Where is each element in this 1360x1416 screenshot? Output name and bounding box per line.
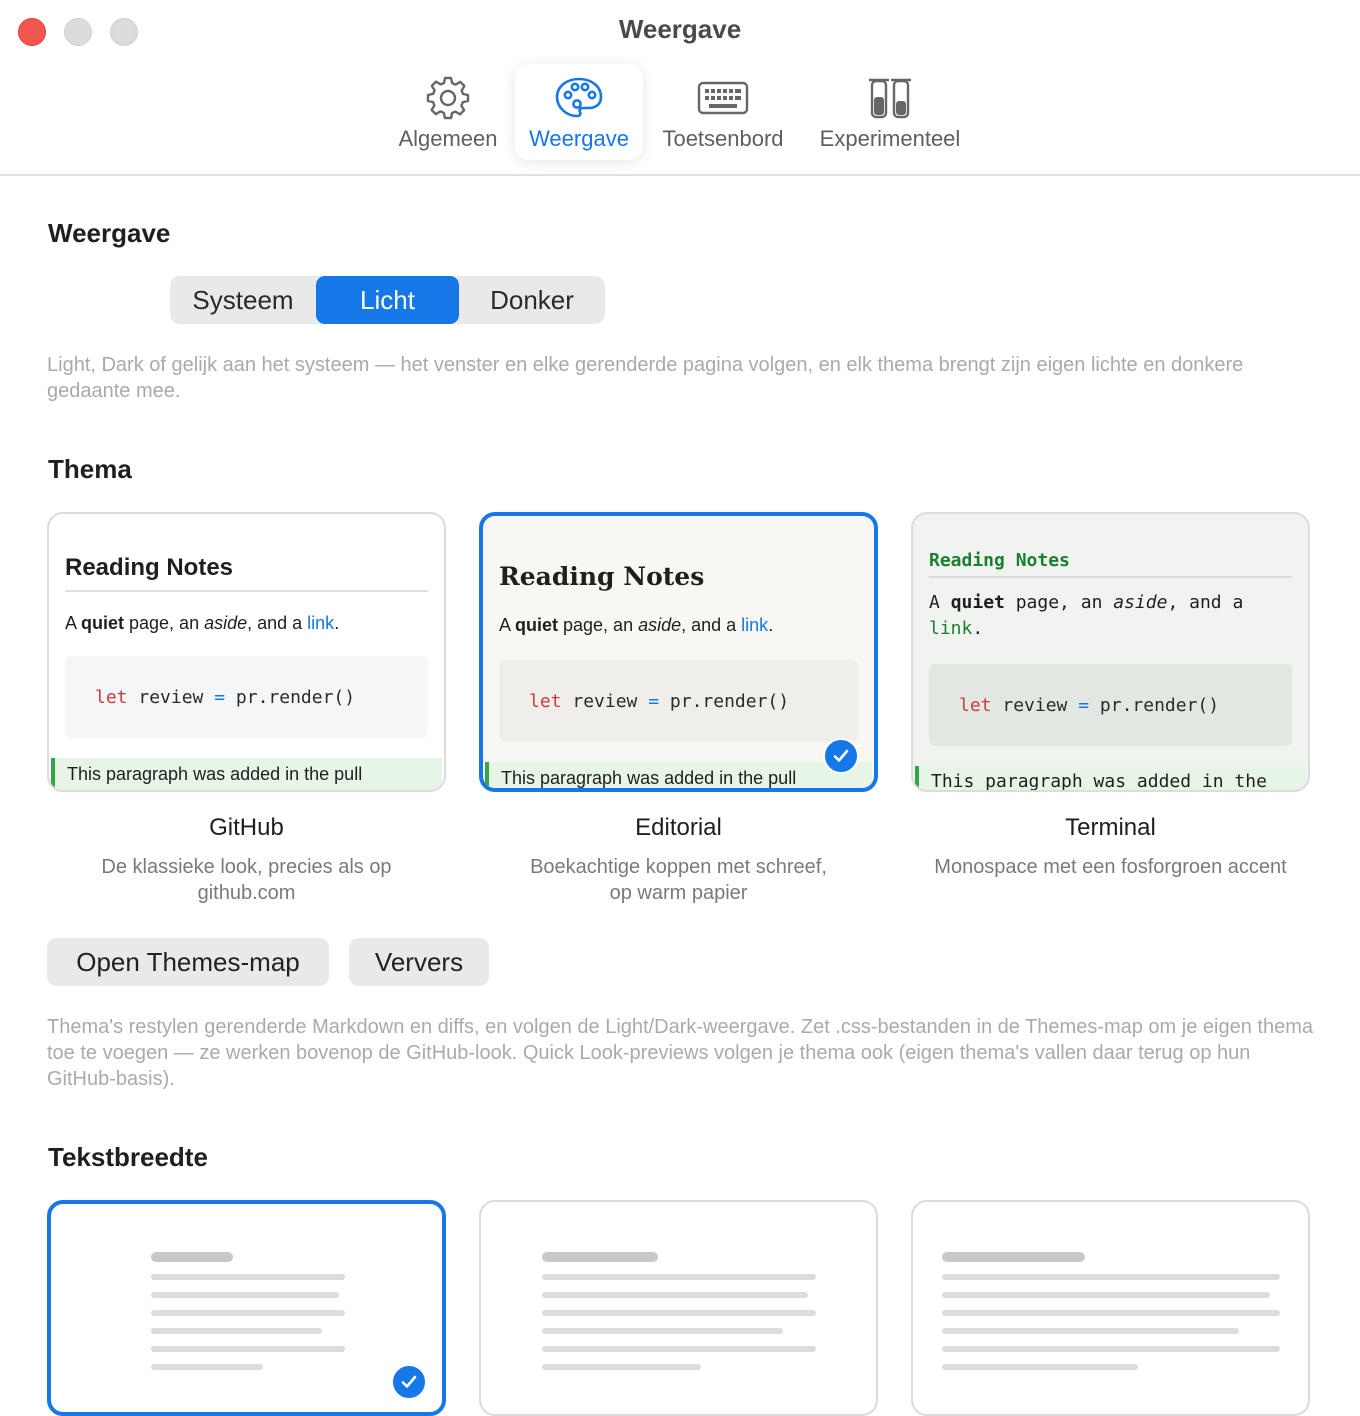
- appearance-help-text: Light, Dark of gelijk aan het systeem — …: [47, 354, 1244, 402]
- preview-paragraph: A quiet page, an aside, and a link.: [499, 615, 774, 635]
- theme-desc-github: De klassieke look, precies als op github…: [101, 856, 392, 904]
- segment-donker[interactable]: Donker: [459, 276, 605, 324]
- preview-line-bar: [942, 1364, 1138, 1370]
- preview-line-bar: [942, 1328, 1239, 1334]
- preview-rule: [65, 590, 428, 592]
- theme-help-text: Thema's restylen gerenderde Markdown en …: [47, 1016, 1313, 1090]
- section-heading-thema: Thema: [48, 454, 132, 484]
- gear-icon: [420, 72, 476, 124]
- tab-weergave[interactable]: Weergave: [515, 64, 643, 160]
- preview-title: Reading Notes: [65, 554, 234, 581]
- window-title: Weergave: [618, 14, 742, 44]
- tab-label: Experimenteel: [819, 126, 961, 151]
- theme-desc-editorial: Boekachtige koppen met schreef, op warm …: [530, 856, 827, 904]
- preview-line-bar: [151, 1364, 263, 1370]
- section-heading-tekstbreedte: Tekstbreedte: [48, 1142, 208, 1172]
- tab-algemeen[interactable]: Algemeen: [388, 64, 508, 160]
- tab-toetsenbord[interactable]: Toetsenbord: [652, 64, 794, 160]
- tab-label: Toetsenbord: [662, 126, 784, 151]
- preview-link: link: [741, 615, 769, 635]
- preview-line-bar: [542, 1364, 701, 1370]
- palette-icon: [551, 72, 607, 124]
- preview-code-block: let review = pr.render(): [65, 656, 428, 738]
- theme-card-github[interactable]: Reading Notes A quiet page, an aside, an…: [47, 512, 446, 792]
- tab-label: Weergave: [529, 126, 629, 151]
- preview-added-line: This paragraph was added in the pull: [485, 762, 872, 788]
- preview-code-block: let review = pr.render(): [499, 660, 858, 742]
- segment-licht[interactable]: Licht: [316, 276, 459, 324]
- text-width-narrow[interactable]: [47, 1200, 446, 1416]
- preview-line-bar: [542, 1274, 816, 1280]
- preview-heading-bar: [942, 1252, 1085, 1262]
- preview-line-bar: [151, 1346, 345, 1352]
- preview-line-bar: [942, 1310, 1280, 1316]
- preview-added-line: This paragraph was added in the: [915, 766, 1306, 790]
- tab-experimenteel[interactable]: Experimenteel: [810, 64, 970, 160]
- preview-rule: [929, 576, 1292, 578]
- preview-title: Reading Notes: [499, 562, 705, 591]
- preview-heading-bar: [542, 1252, 658, 1262]
- checkmark-icon: [823, 738, 859, 774]
- text-width-wide[interactable]: [911, 1200, 1310, 1416]
- refresh-themes-button[interactable]: Ververs: [349, 938, 489, 986]
- preview-line-bar: [542, 1346, 816, 1352]
- checkmark-icon: [391, 1364, 427, 1400]
- preview-line-bar: [542, 1310, 816, 1316]
- segment-systeem[interactable]: Systeem: [170, 276, 316, 324]
- preview-line-bar: [151, 1310, 345, 1316]
- theme-name-github: GitHub: [209, 814, 284, 841]
- tab-label: Algemeen: [398, 126, 498, 151]
- theme-desc-terminal: Monospace met een fosforgroen accent: [934, 856, 1287, 878]
- preview-line-bar: [151, 1328, 322, 1334]
- open-themes-folder-button[interactable]: Open Themes-map: [47, 938, 329, 986]
- preview-title: Reading Notes: [929, 550, 1070, 571]
- appearance-segmented-control: Systeem Licht Donker: [170, 276, 605, 324]
- keyboard-icon: [695, 72, 751, 124]
- preview-line-bar: [151, 1274, 345, 1280]
- test-tubes-icon: [862, 72, 918, 124]
- preview-paragraph: A quiet page, an aside, and a link.: [65, 613, 340, 633]
- section-heading-weergave: Weergave: [48, 218, 171, 248]
- preview-line-bar: [542, 1292, 808, 1298]
- preview-code-block: let review = pr.render(): [929, 664, 1292, 746]
- preview-added-line: This paragraph was added in the pull: [51, 758, 442, 790]
- preview-link: link: [929, 618, 973, 639]
- preview-heading-bar: [151, 1252, 233, 1262]
- theme-name-editorial: Editorial: [635, 814, 722, 841]
- preview-paragraph: A quiet page, an aside, and a link.: [929, 592, 1244, 639]
- text-width-medium[interactable]: [479, 1200, 878, 1416]
- theme-name-terminal: Terminal: [1065, 814, 1156, 841]
- toolbar: Weergave Algemeen Weergave Toetsenbord E…: [0, 0, 1360, 176]
- theme-card-editorial[interactable]: Reading Notes A quiet page, an aside, an…: [479, 512, 878, 792]
- theme-card-terminal[interactable]: Reading Notes A quiet page, an aside, an…: [911, 512, 1310, 792]
- preview-line-bar: [542, 1328, 783, 1334]
- preview-line-bar: [151, 1292, 339, 1298]
- preview-line-bar: [942, 1274, 1280, 1280]
- preview-line-bar: [942, 1346, 1280, 1352]
- preview-line-bar: [942, 1292, 1270, 1298]
- preview-link: link: [307, 613, 335, 633]
